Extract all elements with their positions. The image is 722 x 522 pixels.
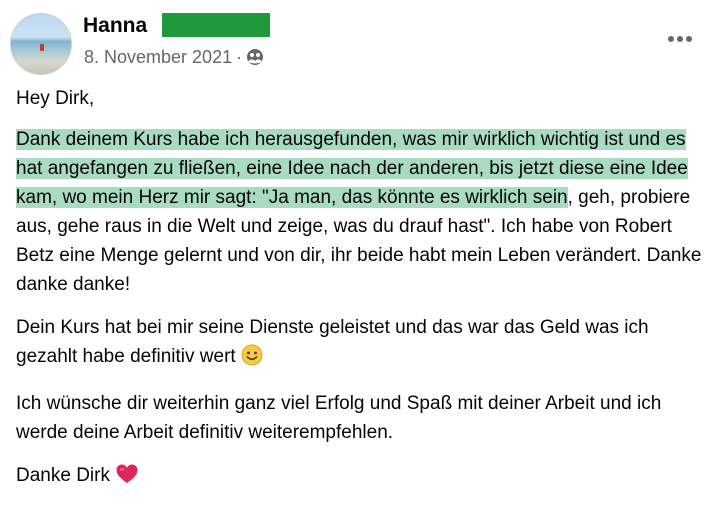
post-paragraph-1: Dank deinem Kurs habe ich herausgefunden… bbox=[16, 125, 706, 299]
name-redaction-block bbox=[162, 13, 270, 37]
avatar[interactable] bbox=[10, 13, 72, 75]
post-paragraph-3: Ich wünsche dir weiterhin ganz viel Erfo… bbox=[16, 393, 662, 443]
closing-text: Danke Dirk bbox=[16, 465, 110, 486]
paragraph-2-text: Dein Kurs hat bei mir seine Dienste gele… bbox=[16, 317, 649, 367]
more-options-icon bbox=[667, 30, 693, 48]
post-date[interactable]: 8. November 2021 bbox=[84, 45, 232, 69]
more-options-button[interactable] bbox=[660, 25, 700, 53]
post-content: Hey Dirk, Dank deinem Kurs habe ich hera… bbox=[16, 84, 706, 508]
greeting-text: Hey Dirk, bbox=[16, 88, 95, 109]
avatar-person-figure bbox=[40, 44, 44, 51]
post-closing: Danke Dirk bbox=[16, 461, 706, 494]
post-meta: 8. November 2021 · bbox=[84, 45, 264, 69]
post-paragraph-2: Dein Kurs hat bei mir seine Dienste gele… bbox=[16, 313, 706, 375]
meta-separator: · bbox=[236, 47, 243, 67]
smiling-face-icon bbox=[241, 344, 263, 375]
heart-icon bbox=[115, 463, 139, 494]
friends-icon[interactable] bbox=[246, 48, 264, 66]
author-name[interactable]: Hanna bbox=[83, 12, 147, 40]
